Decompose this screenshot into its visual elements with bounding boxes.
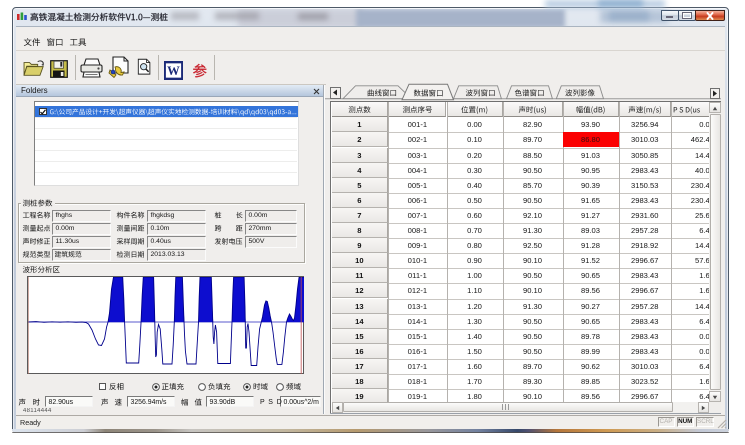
svg-text:W: W bbox=[167, 64, 180, 78]
